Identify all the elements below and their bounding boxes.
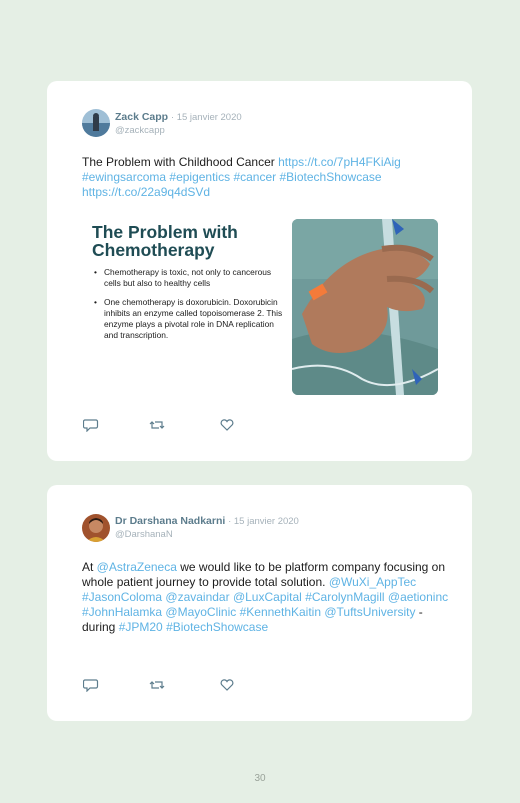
hashtag-link[interactable]: #JohnHalamka: [82, 605, 162, 619]
chemotherapy-hand-photo: [292, 219, 438, 395]
tweet-card: Dr Darshana Nadkarni · 15 janvier 2020 @…: [47, 485, 472, 721]
author-name[interactable]: Dr Darshana Nadkarni: [115, 515, 225, 527]
text-segment: The Problem with Childhood Cancer: [82, 155, 279, 169]
reply-icon[interactable]: [82, 678, 99, 693]
tweet-date[interactable]: · 15 janvier 2020: [228, 516, 299, 527]
mention-link[interactable]: @AstraZeneca: [97, 560, 177, 574]
hashtag-link[interactable]: #cancer: [233, 170, 276, 184]
hashtag-link[interactable]: #ewingsarcoma: [82, 170, 166, 184]
mention-link[interactable]: @MayoClinic: [165, 605, 236, 619]
like-icon[interactable]: [219, 678, 235, 692]
tweet-text: The Problem with Childhood Cancer https:…: [82, 155, 452, 200]
tweet-actions: [82, 678, 243, 693]
mention-link[interactable]: @aetioninc: [388, 590, 448, 604]
retweet-icon[interactable]: [149, 418, 165, 432]
page-number: 30: [254, 773, 266, 784]
mention-link[interactable]: @TuftsUniversity: [324, 605, 415, 619]
text-segment: At: [82, 560, 97, 574]
tweet-date[interactable]: · 15 janvier 2020: [171, 112, 242, 123]
tweet-meta: Dr Darshana Nadkarni · 15 janvier 2020 @…: [115, 515, 299, 541]
mention-link[interactable]: @zavaindar: [165, 590, 229, 604]
tweet-card: Zack Capp · 15 janvier 2020 @zackcapp Th…: [47, 81, 472, 461]
hashtag-link[interactable]: #epigentics: [169, 170, 230, 184]
author-name[interactable]: Zack Capp: [115, 111, 168, 123]
slide-bullets: Chemotherapy is toxic, not only to cance…: [94, 267, 284, 349]
author-handle[interactable]: @DarshanaN: [115, 529, 173, 540]
hashtag-link[interactable]: #CarolynMagill: [305, 590, 384, 604]
tweet-actions: [82, 418, 243, 433]
hashtag-link[interactable]: #JPM20: [119, 620, 163, 634]
hashtag-link[interactable]: #KennethKaitin: [240, 605, 321, 619]
mention-link[interactable]: @WuXi_AppTec: [329, 575, 416, 589]
like-icon[interactable]: [219, 418, 235, 432]
avatar[interactable]: [82, 109, 110, 137]
author-handle[interactable]: @zackcapp: [115, 125, 165, 136]
reply-icon[interactable]: [82, 418, 99, 433]
link[interactable]: https://t.co/22a9q4dSVd: [82, 185, 210, 199]
tweet-meta: Zack Capp · 15 janvier 2020 @zackcapp: [115, 111, 242, 137]
mention-link[interactable]: @LuxCapital: [233, 590, 302, 604]
hashtag-link[interactable]: #BiotechShowcase: [280, 170, 382, 184]
tweet-text: At @AstraZeneca we would like to be plat…: [82, 560, 452, 635]
slide-bullet: Chemotherapy is toxic, not only to cance…: [94, 267, 284, 289]
slide-title: The Problem with Chemotherapy: [92, 222, 238, 260]
tweet-media-image[interactable]: The Problem with Chemotherapy Chemothera…: [82, 219, 438, 395]
hashtag-link[interactable]: #JasonColoma: [82, 590, 162, 604]
avatar[interactable]: [82, 514, 110, 542]
hashtag-link[interactable]: #BiotechShowcase: [166, 620, 268, 634]
link[interactable]: https://t.co/7pH4FKiAig: [278, 155, 401, 169]
retweet-icon[interactable]: [149, 678, 165, 692]
slide-bullet: One chemotherapy is doxorubicin. Doxorub…: [94, 297, 284, 341]
